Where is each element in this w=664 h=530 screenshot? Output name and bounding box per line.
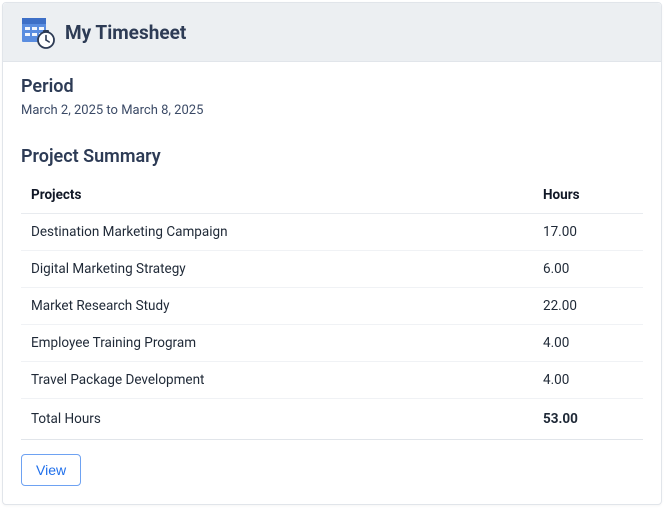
timesheet-card: My Timesheet Period March 2, 2025 to Mar…: [2, 2, 662, 505]
table-row: Digital Marketing Strategy 6.00: [21, 251, 643, 288]
project-name: Employee Training Program: [21, 325, 533, 362]
col-projects: Projects: [21, 177, 533, 214]
project-summary-heading: Project Summary: [21, 146, 643, 167]
card-body: Period March 2, 2025 to March 8, 2025 Pr…: [3, 62, 661, 504]
project-hours: 4.00: [533, 325, 643, 362]
card-title: My Timesheet: [65, 21, 186, 44]
project-name: Market Research Study: [21, 288, 533, 325]
period-range: March 2, 2025 to March 8, 2025: [21, 103, 643, 118]
project-name: Digital Marketing Strategy: [21, 251, 533, 288]
total-label: Total Hours: [21, 399, 533, 440]
project-summary-table: Projects Hours Destination Marketing Cam…: [21, 177, 643, 440]
project-name: Destination Marketing Campaign: [21, 214, 533, 251]
table-row: Destination Marketing Campaign 17.00: [21, 214, 643, 251]
period-heading: Period: [21, 76, 643, 97]
view-button[interactable]: View: [21, 454, 81, 486]
timesheet-icon: [21, 15, 55, 49]
total-hours: 53.00: [533, 399, 643, 440]
table-row: Employee Training Program 4.00: [21, 325, 643, 362]
actions-row: View: [21, 454, 643, 486]
table-row: Market Research Study 22.00: [21, 288, 643, 325]
col-hours: Hours: [533, 177, 643, 214]
project-hours: 6.00: [533, 251, 643, 288]
table-row: Travel Package Development 4.00: [21, 362, 643, 399]
project-name: Travel Package Development: [21, 362, 533, 399]
card-header: My Timesheet: [3, 3, 661, 62]
project-hours: 22.00: [533, 288, 643, 325]
total-row: Total Hours 53.00: [21, 399, 643, 440]
project-hours: 17.00: [533, 214, 643, 251]
table-header-row: Projects Hours: [21, 177, 643, 214]
project-hours: 4.00: [533, 362, 643, 399]
